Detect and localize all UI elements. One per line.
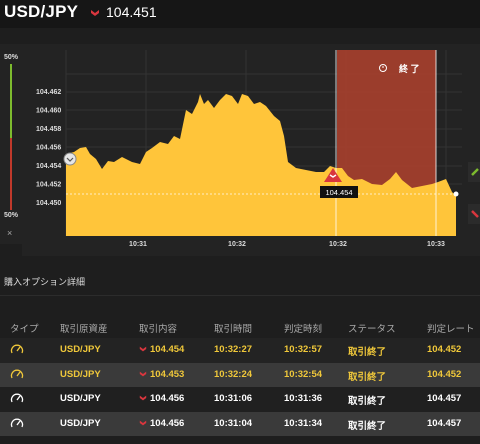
cell-rate: 104.452 xyxy=(427,344,462,355)
entry-price-label: 104.454 xyxy=(325,188,352,197)
cell-asset: USD/JPY xyxy=(60,368,101,380)
y-tick-label: 104.454 xyxy=(36,163,61,170)
price-chart[interactable]: 終 了 104.454 104.462 104.460 104.458 104.456… xyxy=(22,44,480,256)
header-asset: 取引原資産 xyxy=(60,324,108,335)
options-table: タイプ 取引原資産 取引内容 取引時間 判定時刻 ステータス 判定レート USD… xyxy=(0,316,480,436)
cell-time: 10:32:27 xyxy=(214,344,253,355)
cell-judge-time: 10:32:54 xyxy=(284,368,323,380)
cell-judge-time: 10:32:57 xyxy=(284,344,323,355)
expiry-label: 終 了 xyxy=(399,63,420,74)
x-tick-label: 10:32 xyxy=(329,241,347,248)
speedometer-icon xyxy=(10,344,24,354)
section-title: 購入オプション詳細 xyxy=(4,277,86,287)
gauge-close-button[interactable]: × xyxy=(7,228,12,238)
cell-status: 取引終了 xyxy=(348,347,387,358)
speedometer-icon xyxy=(10,393,24,403)
cell-time: 10:32:24 xyxy=(214,368,253,380)
cell-status: 取引終了 xyxy=(348,420,387,432)
cell-content: 104.453 xyxy=(139,369,184,380)
gauge-low-bar xyxy=(10,138,12,210)
speedometer-icon xyxy=(10,418,24,427)
gauge-bottom-percent: 50% xyxy=(4,212,19,219)
cell-asset: USD/JPY xyxy=(60,344,101,355)
cell-status: 取引終了 xyxy=(348,396,387,407)
cell-time: 10:31:04 xyxy=(214,417,253,429)
x-tick-label: 10:32 xyxy=(228,241,246,248)
table-row[interactable]: USD/JPY 104.454 10:32:27 10:32:57 取引終了 104.45… xyxy=(0,338,480,363)
header-time: 取引時間 xyxy=(214,324,253,335)
gauge-high-bar xyxy=(10,64,12,138)
cell-asset: USD/JPY xyxy=(60,393,101,404)
sentiment-gauge: 50% 50% × xyxy=(0,44,22,244)
cell-asset: USD/JPY xyxy=(60,417,101,429)
table-row[interactable]: USD/JPY 104.453 10:32:24 10:32:54 取引終了 104.45… xyxy=(0,362,480,387)
down-arrow-icon xyxy=(139,420,147,425)
cell-judge-time: 10:31:36 xyxy=(284,393,323,404)
down-arrow-icon xyxy=(91,10,99,16)
table-row[interactable]: USD/JPY 104.456 10:31:06 10:31:36 取引終了 104.45… xyxy=(0,387,480,412)
x-tick-label: 10:31 xyxy=(129,241,147,248)
y-tick-label: 104.450 xyxy=(36,200,61,207)
cell-status: 取引終了 xyxy=(348,371,387,383)
header-status: ステータス xyxy=(348,324,396,335)
header-content: 取引内容 xyxy=(139,324,178,335)
cell-judge-time: 10:31:34 xyxy=(284,417,323,429)
table-header-row: タイプ 取引原資産 取引内容 取引時間 判定時刻 ステータス 判定レート xyxy=(0,316,480,338)
current-price: 104.451 xyxy=(106,4,157,20)
divider xyxy=(0,295,480,296)
cell-content: 104.456 xyxy=(139,418,184,429)
gauge-top-percent: 50% xyxy=(4,54,19,61)
table-row[interactable]: USD/JPY 104.456 10:31:04 10:31:34 取引終了 104.45… xyxy=(0,411,480,436)
y-tick-label: 104.462 xyxy=(36,89,61,96)
currency-pair-title[interactable]: USD/JPY xyxy=(4,2,78,22)
header-rate: 判定レート xyxy=(427,324,475,335)
header-bar: USD/JPY 104.451 xyxy=(0,0,480,28)
cell-content: 104.456 xyxy=(139,393,184,404)
y-tick-label: 104.452 xyxy=(36,182,61,189)
y-tick-label: 104.456 xyxy=(36,145,61,152)
cell-rate: 104.452 xyxy=(427,368,462,380)
cell-rate: 104.457 xyxy=(427,393,462,404)
cell-rate: 104.457 xyxy=(427,417,462,429)
x-tick-label: 10:33 xyxy=(427,241,445,248)
y-tick-label: 104.458 xyxy=(36,126,61,133)
down-arrow-icon xyxy=(139,346,147,352)
speedometer-icon xyxy=(10,369,24,378)
cell-time: 10:31:06 xyxy=(214,393,253,404)
down-arrow-icon xyxy=(139,395,147,401)
header-judge-time: 判定時刻 xyxy=(284,324,323,335)
cell-content: 104.454 xyxy=(139,344,184,355)
header-type: タイプ xyxy=(10,324,39,335)
y-tick-label: 104.460 xyxy=(36,108,61,115)
down-arrow-icon xyxy=(139,371,147,376)
